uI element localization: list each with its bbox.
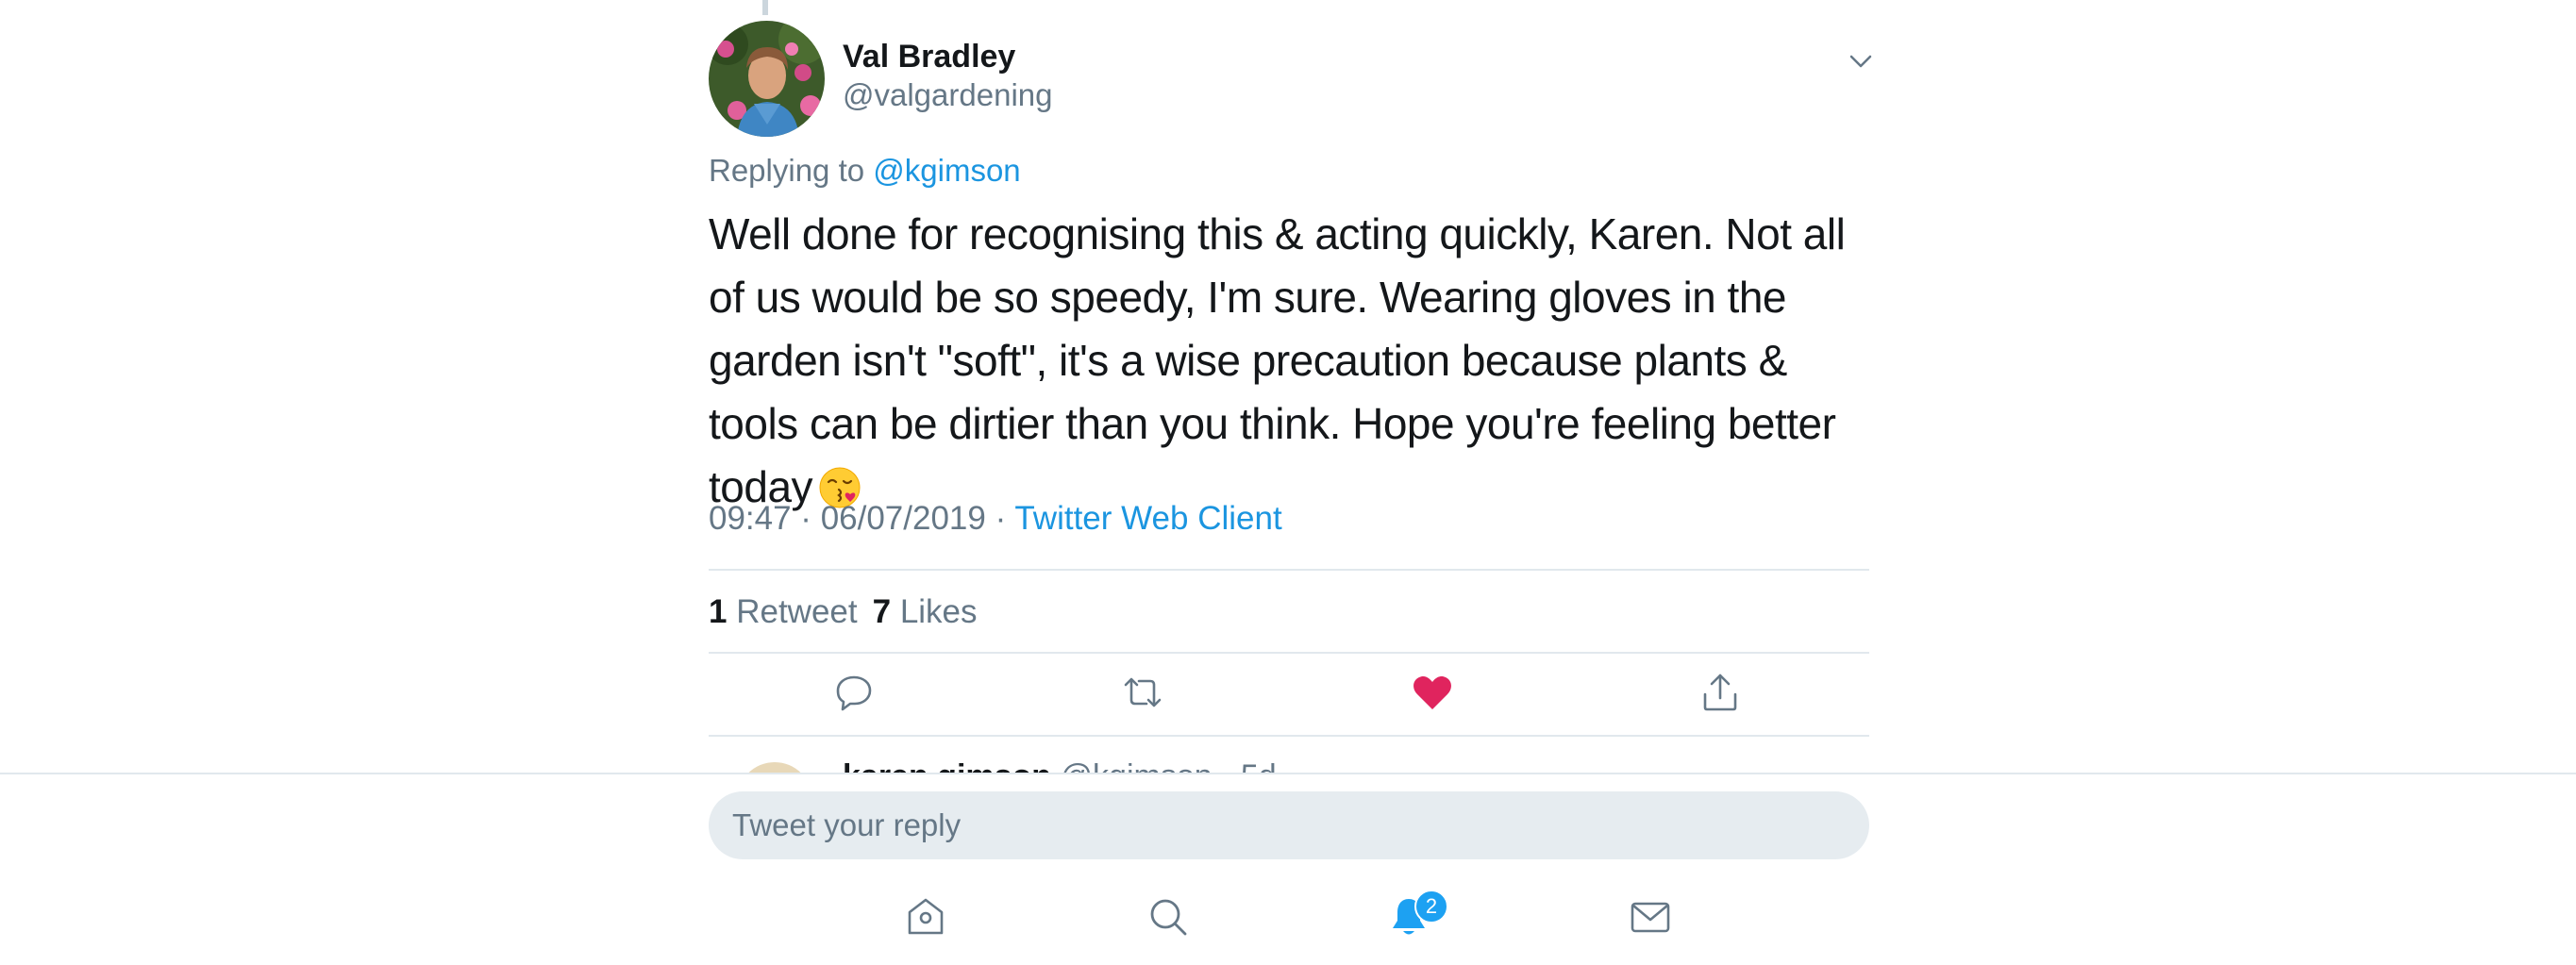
tweet-body: Well done for recognising this & acting … xyxy=(709,209,1846,511)
replying-to-handle-link[interactable]: @kgimson xyxy=(873,153,1020,188)
chevron-down-icon[interactable] xyxy=(1847,47,1875,75)
author-handle[interactable]: @valgardening xyxy=(843,75,1052,115)
replying-to: Replying to @kgimson xyxy=(709,151,1021,191)
divider xyxy=(709,652,1869,654)
reply-input[interactable]: Tweet your reply xyxy=(709,791,1869,859)
retweet-label: Retweet xyxy=(736,593,858,630)
next-reply-author: karen gimson @kgimson · 5d xyxy=(843,758,1277,774)
reply-button[interactable] xyxy=(831,670,877,715)
reply-icon xyxy=(831,675,877,719)
like-label: Likes xyxy=(899,593,978,630)
bell-icon xyxy=(1387,899,1430,942)
home-icon xyxy=(904,898,947,942)
thread-line xyxy=(762,0,768,15)
like-button[interactable] xyxy=(1410,670,1455,715)
tab-messages[interactable] xyxy=(1629,895,1672,939)
search-icon xyxy=(1146,899,1190,942)
replying-to-prefix: Replying to xyxy=(709,153,865,188)
share-button[interactable] xyxy=(1698,670,1743,715)
next-reply-name: karen gimson xyxy=(843,758,1051,774)
tweet-text: Well done for recognising this & acting … xyxy=(709,203,1879,519)
notifications-badge: 2 xyxy=(1414,890,1448,923)
tweet-stats: 1 Retweet 7 Likes xyxy=(709,591,978,633)
tab-search[interactable] xyxy=(1146,895,1190,939)
retweet-stat[interactable]: 1 Retweet xyxy=(709,593,858,630)
next-reply-preview[interactable]: karen gimson @kgimson · 5d xyxy=(709,745,1369,774)
tweet-meta: 09:47 · 06/07/2019 · Twitter Web Client xyxy=(709,498,1282,540)
divider xyxy=(709,569,1869,571)
client-link[interactable]: Twitter Web Client xyxy=(1014,500,1281,537)
next-reply-handle: @kgimson · 5d xyxy=(1061,758,1277,774)
retweet-button[interactable] xyxy=(1120,670,1165,715)
heart-icon xyxy=(1410,675,1455,719)
divider xyxy=(709,735,1869,737)
avatar[interactable] xyxy=(709,21,825,137)
author-display-name[interactable]: Val Bradley xyxy=(843,36,1015,77)
like-stat[interactable]: 7 Likes xyxy=(873,593,978,630)
tweet-detail-page: Val Bradley @valgardening Replying to @k… xyxy=(0,0,2576,965)
bottom-bar: Tweet your reply 2 xyxy=(0,773,2576,965)
envelope-icon xyxy=(1629,902,1672,942)
like-count: 7 xyxy=(872,593,892,630)
share-icon xyxy=(1698,674,1743,719)
retweet-count: 1 xyxy=(709,593,728,630)
timestamp: 09:47 · 06/07/2019 · xyxy=(709,500,1007,537)
retweet-icon xyxy=(1120,677,1165,719)
reply-placeholder: Tweet your reply xyxy=(732,807,962,842)
tab-home[interactable] xyxy=(904,895,947,939)
